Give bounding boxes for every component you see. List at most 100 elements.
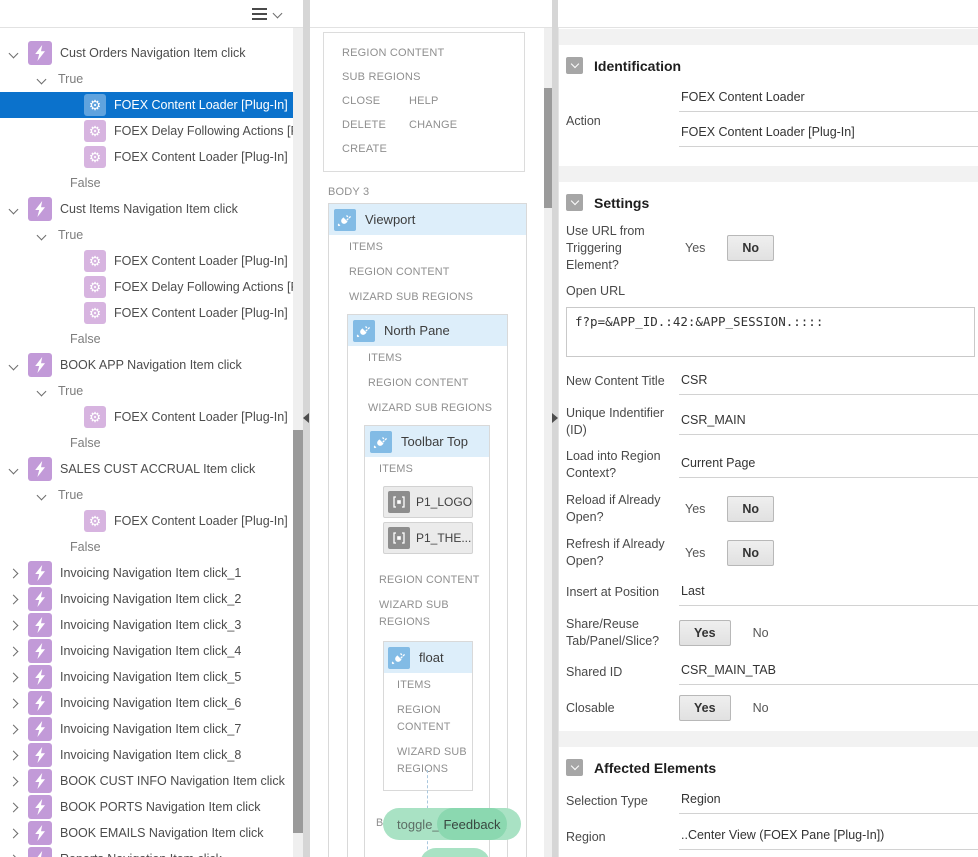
section-header-affected-elements[interactable]: Affected Elements	[566, 759, 978, 776]
tree-row[interactable]: ⚙FOEX Delay Following Actions [Plu	[0, 274, 293, 300]
chevron-right-icon[interactable]	[9, 594, 19, 604]
context-link-help[interactable]: HELP	[409, 89, 524, 113]
toggle-option-yes[interactable]: Yes	[679, 241, 711, 255]
tree-row[interactable]: ⚙FOEX Content Loader [Plug-In]	[0, 508, 293, 534]
tree-row[interactable]: Cust Orders Navigation Item click	[0, 40, 293, 66]
slot-items[interactable]: ITEMS	[348, 346, 507, 371]
context-link-close[interactable]: CLOSE	[342, 89, 409, 113]
right-splitter[interactable]	[552, 0, 558, 857]
page-item-p1-theme[interactable]: P1_THE...	[383, 522, 473, 554]
chevron-down-icon[interactable]	[37, 386, 47, 396]
chevron-right-icon[interactable]	[9, 620, 19, 630]
layout-scrollbar[interactable]	[544, 28, 552, 857]
tree-row[interactable]: Invoicing Navigation Item click_2	[0, 586, 293, 612]
chevron-right-icon[interactable]	[9, 646, 19, 656]
tree-row[interactable]: Reports Navigation Item click	[0, 846, 293, 857]
chevron-down-icon[interactable]	[37, 230, 47, 240]
region-float-header[interactable]: float	[384, 642, 472, 673]
region-viewport-header[interactable]: Viewport	[329, 204, 526, 235]
field-value[interactable]: Last	[679, 580, 978, 606]
chevron-right-icon[interactable]	[9, 802, 19, 812]
chevron-down-icon[interactable]	[9, 48, 19, 58]
toggle-option-yes[interactable]: Yes	[679, 620, 731, 646]
collapse-right-icon[interactable]	[552, 413, 558, 423]
chevron-down-icon[interactable]	[9, 360, 19, 370]
slot-items[interactable]: ITEMS	[384, 673, 472, 698]
partial-button[interactable]	[420, 848, 490, 857]
tree-row[interactable]: Invoicing Navigation Item click_8	[0, 742, 293, 768]
slot-region-content[interactable]: REGION CONTENT	[329, 260, 526, 285]
context-link-delete[interactable]: DELETE	[342, 113, 409, 137]
toggle-option-no[interactable]: No	[747, 701, 775, 715]
tree-row[interactable]: False	[0, 534, 293, 560]
layout-scrollbar-thumb[interactable]	[544, 88, 552, 208]
slot-region-content[interactable]: REGION CONTENT	[365, 568, 489, 593]
toggle-option-no[interactable]: No	[727, 496, 774, 522]
region-toolbar-top-header[interactable]: Toolbar Top	[365, 426, 489, 457]
page-item-p1-logo[interactable]: P1_LOGO	[383, 486, 473, 518]
tree-row[interactable]: Invoicing Navigation Item click_3	[0, 612, 293, 638]
tree-row[interactable]: True	[0, 482, 293, 508]
chevron-down-icon[interactable]	[37, 490, 47, 500]
field-value[interactable]: CSR	[679, 369, 978, 395]
slot-items[interactable]: ITEMS	[365, 457, 489, 482]
field-textarea[interactable]	[566, 307, 975, 357]
context-link[interactable]: SUB REGIONS	[342, 65, 524, 89]
chevron-right-icon[interactable]	[9, 724, 19, 734]
tree-row[interactable]: ⚙FOEX Content Loader [Plug-In]	[0, 248, 293, 274]
chevron-right-icon[interactable]	[9, 828, 19, 838]
tree-row[interactable]: False	[0, 170, 293, 196]
slot-wizard-sub-regions[interactable]: WIZARD SUB REGIONS	[365, 593, 489, 635]
toggle-option-no[interactable]: No	[747, 626, 775, 640]
slot-region-content[interactable]: REGION CONTENT	[384, 698, 472, 740]
context-link[interactable]: REGION CONTENT	[342, 41, 524, 65]
tree-row[interactable]: False	[0, 326, 293, 352]
tree-row[interactable]: Invoicing Navigation Item click_1	[0, 560, 293, 586]
collapse-left-icon[interactable]	[303, 413, 309, 423]
chevron-right-icon[interactable]	[9, 776, 19, 786]
tree-row[interactable]: BOOK CUST INFO Navigation Item click	[0, 768, 293, 794]
tree-row[interactable]: False	[0, 430, 293, 456]
slot-items[interactable]: ITEMS	[329, 235, 526, 260]
field-value[interactable]: ..Center View (FOEX Pane [Plug-In])	[679, 824, 978, 850]
toggle-option-no[interactable]: No	[727, 235, 774, 261]
tree-row[interactable]: Invoicing Navigation Item click_5	[0, 664, 293, 690]
slot-region-content[interactable]: REGION CONTENT	[348, 371, 507, 396]
section-collapse-icon[interactable]	[566, 194, 583, 211]
toggle-option-yes[interactable]: Yes	[679, 695, 731, 721]
toggle-option-no[interactable]: No	[727, 540, 774, 566]
context-link-change[interactable]: CHANGE	[409, 113, 524, 137]
chevron-right-icon[interactable]	[9, 698, 19, 708]
slot-wizard-sub-regions[interactable]: WIZARD SUB REGIONS	[348, 396, 507, 421]
tree-row[interactable]: True	[0, 222, 293, 248]
tree-row[interactable]: ⚙FOEX Content Loader [Plug-In]	[0, 92, 293, 118]
slot-wizard-sub-regions[interactable]: WIZARD SUB REGIONS	[384, 740, 472, 790]
left-scrollbar-thumb[interactable]	[293, 430, 303, 833]
chevron-right-icon[interactable]	[9, 750, 19, 760]
chevron-down-icon[interactable]	[9, 204, 19, 214]
tree-row[interactable]: ⚙FOEX Content Loader [Plug-In]	[0, 300, 293, 326]
tree-row[interactable]: ⚙FOEX Content Loader [Plug-In]	[0, 144, 293, 170]
toggle-option-yes[interactable]: Yes	[679, 502, 711, 516]
section-header-identification[interactable]: Identification	[566, 57, 978, 74]
left-scrollbar[interactable]	[293, 28, 303, 857]
tree-row[interactable]: Invoicing Navigation Item click_4	[0, 638, 293, 664]
tree-row[interactable]: ⚙FOEX Delay Following Actions [Plu	[0, 118, 293, 144]
tree-row[interactable]: ⚙FOEX Content Loader [Plug-In]	[0, 404, 293, 430]
field-value[interactable]: CSR_MAIN	[679, 409, 978, 435]
field-value[interactable]: FOEX Content Loader [Plug-In]	[679, 121, 978, 147]
tree-row[interactable]: BOOK APP Navigation Item click	[0, 352, 293, 378]
chevron-down-icon[interactable]	[37, 74, 47, 84]
tree-row[interactable]: SALES CUST ACCRUAL Item click	[0, 456, 293, 482]
chevron-down-icon[interactable]	[273, 9, 283, 19]
toggle-option-yes[interactable]: Yes	[679, 546, 711, 560]
tree-row[interactable]: BOOK PORTS Navigation Item click	[0, 794, 293, 820]
field-value[interactable]: Region	[679, 788, 978, 814]
slot-wizard-sub-regions[interactable]: WIZARD SUB REGIONS	[329, 285, 526, 310]
field-value[interactable]: Current Page	[679, 452, 978, 478]
left-splitter[interactable]	[303, 0, 310, 857]
tree-row[interactable]: Invoicing Navigation Item click_6	[0, 690, 293, 716]
tree-row[interactable]: Invoicing Navigation Item click_7	[0, 716, 293, 742]
chevron-down-icon[interactable]	[9, 464, 19, 474]
field-value[interactable]: FOEX Content Loader	[679, 86, 978, 112]
